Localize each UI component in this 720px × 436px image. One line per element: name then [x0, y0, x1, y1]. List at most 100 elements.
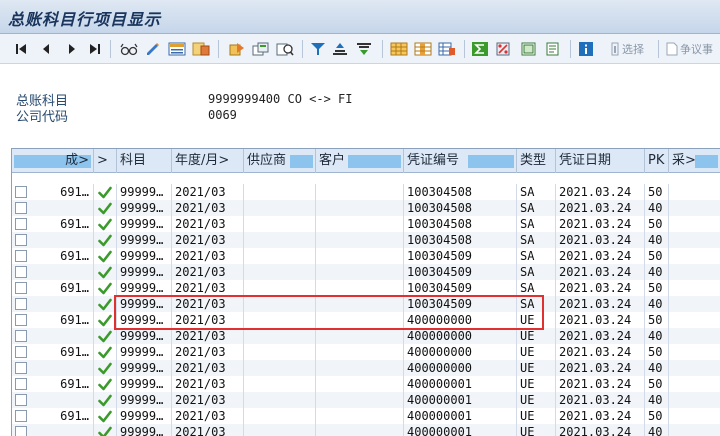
amount-text: 691… [60, 185, 89, 199]
row-checkbox[interactable] [15, 218, 27, 230]
table-row[interactable]: 691… 99999… 2021/03 400000001 UE 2021.03.24 50 [12, 408, 720, 424]
title-bar: 总账科目行项目显示 [0, 0, 720, 34]
purchase-cell [669, 264, 720, 280]
row-checkbox[interactable] [15, 378, 27, 390]
column-header-purchase[interactable]: 采> [669, 149, 720, 173]
table-row[interactable]: 691… 99999… 2021/03 100304508 SA 2021.03.24 50 [12, 184, 720, 200]
row-checkbox[interactable] [15, 202, 27, 214]
table-row[interactable]: 99999… 2021/03 400000001 UE 2021.03.24 40 [12, 424, 720, 436]
doc-date-cell: 2021.03.24 [556, 248, 645, 264]
status-cell [94, 232, 117, 248]
row-checkbox[interactable] [15, 186, 27, 198]
table-row[interactable]: 691… 99999… 2021/03 100304509 SA 2021.03.24 50 [12, 248, 720, 264]
row-checkbox[interactable] [15, 346, 27, 358]
previous-page-icon[interactable] [40, 40, 52, 58]
table-row[interactable]: 99999… 2021/03 400000001 UE 2021.03.24 40 [12, 392, 720, 408]
vendor-cell [244, 280, 316, 296]
table-row[interactable]: 691… 99999… 2021/03 100304508 SA 2021.03.24 50 [12, 216, 720, 232]
amount-cell: 691… [12, 312, 94, 328]
columns-icon[interactable] [414, 40, 432, 58]
doc-date-cell: 2021.03.24 [556, 184, 645, 200]
pk-cell: 50 [645, 216, 669, 232]
period-cell: 2021/03 [172, 248, 244, 264]
filter-icon[interactable] [310, 40, 326, 58]
glasses-icon[interactable] [120, 40, 138, 58]
doc-date-cell: 2021.03.24 [556, 392, 645, 408]
purchase-cell [669, 280, 720, 296]
doc-date-cell: 2021.03.24 [556, 280, 645, 296]
column-header-doc-type[interactable]: 类型 [517, 149, 556, 173]
doc-number-cell: 100304509 [404, 248, 517, 264]
sum-icon[interactable] [472, 40, 488, 58]
search-icon[interactable] [276, 40, 294, 58]
row-checkbox[interactable] [15, 330, 27, 342]
copy-icon[interactable] [252, 40, 270, 58]
select-button[interactable]: 选择 [604, 40, 650, 58]
sort-ascending-icon[interactable] [332, 40, 348, 58]
column-header-pk[interactable]: PK [645, 149, 669, 173]
grid-icon[interactable] [390, 40, 408, 58]
table-row[interactable]: 691… 99999… 2021/03 100304509 SA 2021.03.24 50 [12, 280, 720, 296]
row-checkbox[interactable] [15, 314, 27, 326]
purchase-cell [669, 424, 720, 436]
add-column-icon[interactable] [438, 40, 456, 58]
column-header-doc-date[interactable]: 凭证日期 [556, 149, 645, 173]
pk-cell: 40 [645, 360, 669, 376]
table-row[interactable]: 99999… 2021/03 400000000 UE 2021.03.24 40 [12, 360, 720, 376]
table-row[interactable]: 99999… 2021/03 100304508 SA 2021.03.24 40 [12, 232, 720, 248]
row-checkbox[interactable] [15, 426, 27, 436]
table-row[interactable]: 691… 99999… 2021/03 400000000 UE 2021.03.24 50 [12, 312, 720, 328]
row-checkbox[interactable] [15, 394, 27, 406]
column-header-period[interactable]: 年度/月> [172, 149, 244, 173]
sort-icon[interactable] [192, 40, 210, 58]
doc-date-cell: 2021.03.24 [556, 264, 645, 280]
amount-cell [12, 232, 94, 248]
column-header-vendor[interactable]: 供应商 [244, 149, 316, 173]
account-cell: 99999… [117, 344, 172, 360]
document-icon[interactable] [228, 40, 246, 58]
doc-number-cell: 100304508 [404, 184, 517, 200]
row-checkbox[interactable] [15, 250, 27, 262]
sort-descending-icon[interactable] [356, 40, 372, 58]
next-page-icon[interactable] [66, 40, 78, 58]
period-cell: 2021/03 [172, 408, 244, 424]
print-icon[interactable] [544, 40, 562, 58]
amount-cell: 691… [12, 216, 94, 232]
layout-icon[interactable] [168, 40, 186, 58]
row-checkbox[interactable] [15, 362, 27, 374]
vendor-cell [244, 376, 316, 392]
grid-header: 成> > 科目 年度/月> 供应商 客户 凭证编号 类型 凭证日期 PK 采> [12, 149, 720, 173]
column-header-customer[interactable]: 客户 [316, 149, 404, 173]
column-header-account[interactable]: 科目 [117, 149, 172, 173]
customer-cell [316, 264, 404, 280]
table-row[interactable]: 99999… 2021/03 400000000 UE 2021.03.24 40 [12, 328, 720, 344]
column-header-amount[interactable]: 成> [12, 149, 94, 173]
dispute-button[interactable]: 争议事 [666, 40, 720, 58]
table-row[interactable]: 691… 99999… 2021/03 400000000 UE 2021.03.24 50 [12, 344, 720, 360]
table-row[interactable]: 99999… 2021/03 100304509 SA 2021.03.24 40 [12, 264, 720, 280]
vendor-cell [244, 392, 316, 408]
pk-cell: 40 [645, 424, 669, 436]
vendor-cell [244, 344, 316, 360]
export-icon[interactable] [520, 40, 538, 58]
column-header-status[interactable]: > [94, 149, 117, 173]
info-icon[interactable] [578, 40, 594, 58]
row-checkbox[interactable] [15, 234, 27, 246]
row-checkbox[interactable] [15, 410, 27, 422]
account-cell: 99999… [117, 328, 172, 344]
row-checkbox[interactable] [15, 298, 27, 310]
table-row[interactable]: 99999… 2021/03 100304509 SA 2021.03.24 40 [12, 296, 720, 312]
row-checkbox[interactable] [15, 282, 27, 294]
first-page-icon[interactable] [14, 40, 28, 58]
last-page-icon[interactable] [88, 40, 102, 58]
pencil-icon[interactable] [146, 40, 160, 58]
table-row[interactable]: 99999… 2021/03 100304508 SA 2021.03.24 40 [12, 200, 720, 216]
table-row[interactable]: 691… 99999… 2021/03 400000001 UE 2021.03.24 50 [12, 376, 720, 392]
column-header-doc-number[interactable]: 凭证编号 [404, 149, 517, 173]
percent-icon[interactable] [496, 40, 514, 58]
row-checkbox[interactable] [15, 266, 27, 278]
purchase-cell [669, 216, 720, 232]
customer-cell [316, 392, 404, 408]
doc-date-cell: 2021.03.24 [556, 232, 645, 248]
account-cell: 99999… [117, 424, 172, 436]
